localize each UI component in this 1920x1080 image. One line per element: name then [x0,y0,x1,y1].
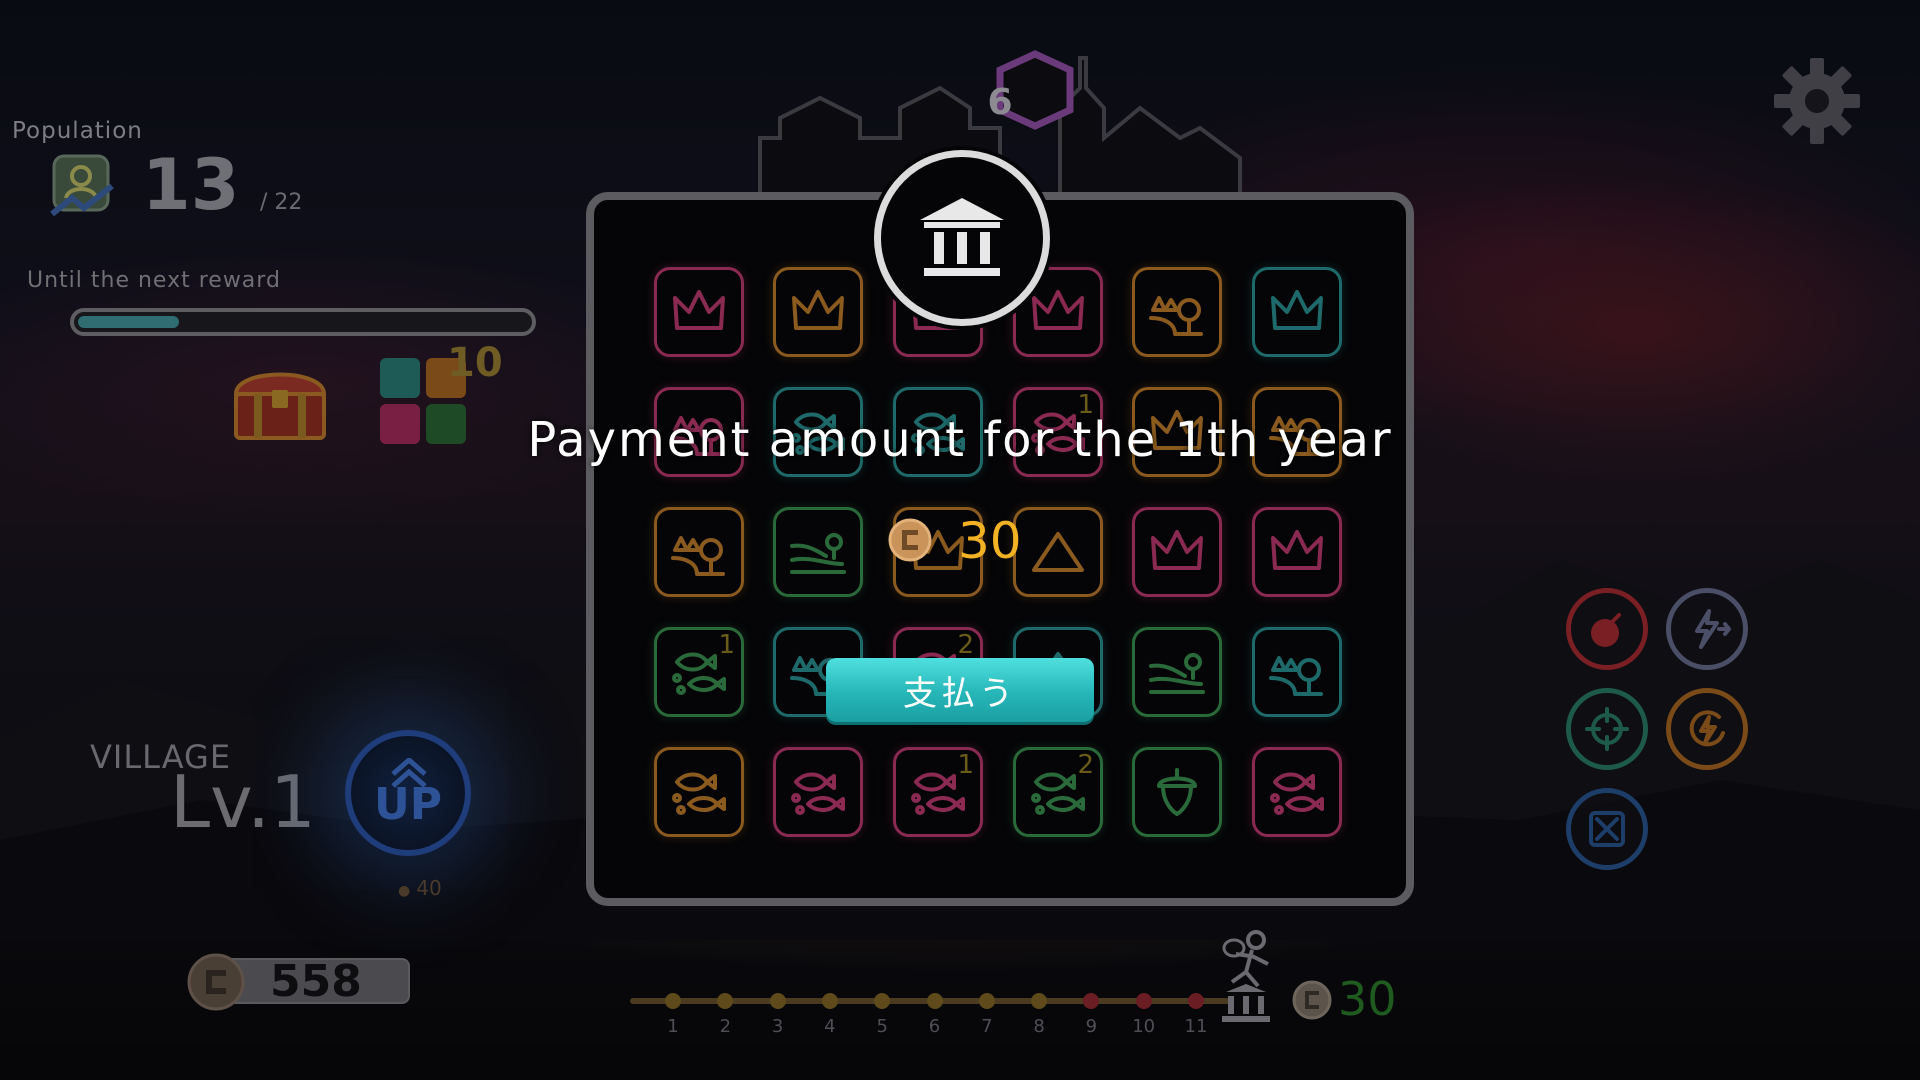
timeline-year-label: 4 [824,1016,836,1037]
lightning-refresh-button[interactable] [1666,688,1748,770]
crosshair-icon [1585,707,1629,751]
board-tile[interactable] [1013,507,1103,597]
board-tile[interactable]: 1 [654,627,744,717]
reward-progress-bar [70,308,536,336]
board-tile[interactable] [654,747,744,837]
next-reward-label: Until the next reward [27,268,281,293]
population-value: 13 [142,144,240,226]
lightning-arrow-icon [1695,609,1731,649]
board-tile[interactable] [1252,507,1342,597]
tax-collector-icon [1222,930,1270,1022]
field-icon [790,533,846,574]
timeline-year-label: 7 [981,1016,993,1037]
crown-icon [673,290,725,330]
timeline-year-dot [1135,993,1152,1009]
timeline-year-dot [769,993,786,1009]
timeline-year-label: 3 [771,1016,784,1037]
reward-progress-fill [78,316,179,328]
board-tile[interactable]: 2 [1013,747,1103,837]
timeline-year-label: 8 [1033,1016,1045,1037]
timeline-year-dot [978,993,995,1009]
park-icon [671,536,725,576]
payment-title: Payment amount for the 1th year [527,412,1393,468]
board-tile[interactable] [773,747,863,837]
fish-icon [1270,772,1324,815]
bomb-icon [1591,613,1621,647]
board-tile[interactable] [1132,747,1222,837]
fish-icon [791,772,845,815]
tile-level-badge: 2 [957,630,974,660]
timeline-year-label: 9 [1085,1016,1098,1037]
crown-icon [1271,290,1323,330]
crown-icon [1151,530,1203,570]
board-tile[interactable] [773,507,863,597]
upgrade-cost: ● 40 [398,876,442,900]
population-label: Population [12,118,143,144]
next-payment-amount: 30 [1338,972,1397,1026]
tile-level-badge: 2 [1077,750,1094,780]
coin-balance-value: 558 [270,956,362,1007]
fish-icon [672,772,726,815]
bank-emblem [874,150,1050,326]
board-tile[interactable]: 1 [893,747,983,837]
timeline-year-label: 11 [1184,1016,1208,1037]
timeline-year-label: 6 [928,1016,941,1037]
crown-icon [1271,530,1323,570]
timeline-year-dot [926,993,943,1009]
village-up-button[interactable]: UP [345,730,471,856]
lightning-redirect-button[interactable] [1666,588,1748,670]
field-icon [1149,653,1205,694]
population-icon [50,154,114,217]
timeline-year-label: 5 [876,1016,888,1037]
board-tile[interactable] [773,267,863,357]
board-tile[interactable] [1132,267,1222,357]
village-level: Lv.1 [170,760,316,844]
shuffle-icon [1589,811,1625,847]
timeline-year-dot [665,993,681,1009]
board-tile[interactable] [1252,627,1342,717]
acorn-icon [1157,768,1197,816]
board-tile[interactable] [1132,507,1222,597]
gear-icon[interactable] [1772,56,1862,146]
bank-icon [920,198,1004,276]
board-tile[interactable] [654,267,744,357]
board-tile[interactable] [1252,267,1342,357]
shuffle-ability-button[interactable] [1566,788,1648,870]
board-tile[interactable] [1132,627,1222,717]
timeline-year-label: 2 [719,1016,732,1037]
board-tile[interactable] [654,507,744,597]
coin-icon [1292,980,1332,1020]
chevron-up-icon [391,758,427,788]
pay-button[interactable]: 支払う [826,658,1094,722]
treasure-chest-icon[interactable] [228,360,332,444]
hex-counter: 6 [987,82,1013,123]
tile-level-badge: 1 [957,750,974,780]
timeline-year-dot [1031,993,1048,1009]
mountain-icon [1032,532,1084,572]
timeline-year-label: 1 [667,1016,679,1037]
timeline-year-dot [821,993,838,1009]
tile-level-badge: 1 [718,630,735,660]
coin-icon [888,518,932,562]
lightning-cycle-icon [1689,710,1725,747]
upgrade-cost-value: 40 [416,876,442,900]
timeline-year-label: 10 [1132,1016,1156,1037]
population-max: / 22 [260,190,303,215]
coin-icon: ● [398,883,411,899]
coin-icon [187,953,245,1011]
crown-icon [792,290,844,330]
timeline-year-dot [1188,993,1204,1009]
target-ability-button[interactable] [1566,688,1648,770]
board-tile[interactable] [1252,747,1342,837]
park-icon [1149,296,1203,336]
bomb-ability-button[interactable] [1566,588,1648,670]
reward-count: 10 [447,340,503,386]
crown-icon [1032,290,1084,330]
payment-amount: 30 [958,512,1022,570]
park-icon [1269,656,1323,696]
